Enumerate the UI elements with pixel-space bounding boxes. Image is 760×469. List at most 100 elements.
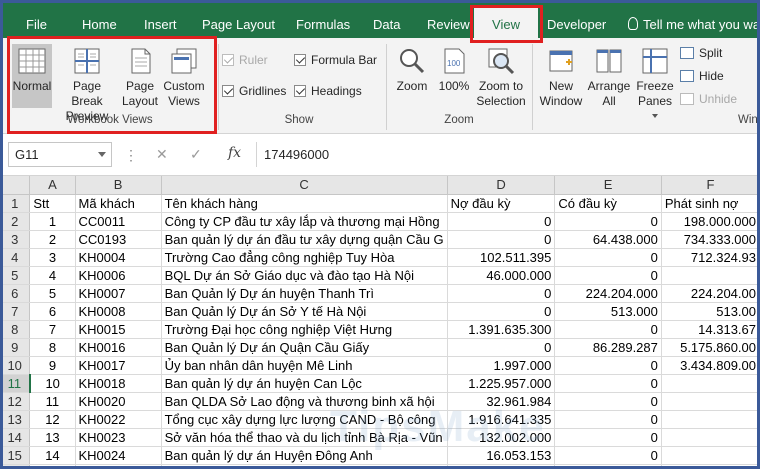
cell-customer-code[interactable]: KH0025 (75, 464, 162, 469)
cell-debit-arising[interactable] (661, 266, 760, 285)
row-header[interactable]: 13 (0, 410, 31, 429)
cell-opening-credit[interactable]: 0 (554, 356, 662, 375)
tell-me-search[interactable]: Tell me what you wa (628, 0, 760, 38)
cell-customer-code[interactable]: KH0006 (75, 266, 162, 285)
tab-insert[interactable]: Insert (144, 0, 177, 38)
column-header-a[interactable]: A (29, 176, 76, 195)
ruler-checkbox[interactable]: Ruler (222, 53, 268, 67)
cell-customer-code[interactable]: KH0016 (75, 338, 162, 357)
cell-customer-code[interactable]: KH0022 (75, 410, 162, 429)
cell-opening-debit[interactable]: 0 (447, 212, 556, 231)
cell-debit-arising[interactable] (661, 428, 760, 447)
cell-opening-credit[interactable]: 224.204.000 (554, 284, 662, 303)
cell-customer-code[interactable]: KH0015 (75, 320, 162, 339)
cell-opening-credit[interactable]: 0 (554, 266, 662, 285)
cell-opening-credit[interactable]: 0 (554, 248, 662, 267)
freeze-panes-button[interactable]: Freeze Panes (634, 44, 676, 118)
cell-debit-arising[interactable]: 734.333.000 (661, 230, 760, 249)
cell-opening-debit[interactable]: 1.391.635.300 (447, 320, 556, 339)
formula-bar-checkbox[interactable]: Formula Bar (294, 53, 377, 67)
gridlines-checkbox[interactable]: Gridlines (222, 84, 286, 98)
tab-review[interactable]: Review (427, 0, 470, 38)
cell-stt[interactable]: 10 (29, 374, 76, 393)
arrange-all-button[interactable]: Arrange All (586, 44, 632, 112)
cell-debit-arising[interactable]: 513.00 (661, 302, 760, 321)
cell-debit-arising[interactable] (661, 410, 760, 429)
cell-customer-code[interactable]: KH0017 (75, 356, 162, 375)
row-header[interactable]: 15 (0, 446, 31, 465)
cell-opening-debit[interactable]: 1.225.957.000 (447, 374, 556, 393)
cell-customer-name[interactable]: Trường Cao đẳng công nghiệp Tuy Hòa (161, 248, 448, 267)
cell-opening-debit[interactable]: Nợ đầu kỳ (447, 194, 556, 213)
cell-customer-name[interactable]: Ban quản lý dự án huyện Can Lộc (161, 374, 448, 393)
cell-opening-credit[interactable]: 0 (554, 446, 662, 465)
column-header-c[interactable]: C (161, 176, 448, 195)
tab-developer[interactable]: Developer (547, 0, 606, 38)
cell-opening-debit[interactable]: 102.511.395 (447, 248, 556, 267)
select-all-corner[interactable] (0, 176, 31, 195)
row-header[interactable]: 14 (0, 428, 31, 447)
row-header[interactable]: 16 (0, 464, 31, 469)
cell-customer-code[interactable]: KH0018 (75, 374, 162, 393)
split-button[interactable]: Split (680, 46, 722, 60)
cell-opening-debit[interactable]: 0 (447, 230, 556, 249)
cell-debit-arising[interactable] (661, 392, 760, 411)
new-window-button[interactable]: New Window (536, 44, 586, 112)
zoom-to-selection-button[interactable]: Zoom to Selection (474, 44, 528, 112)
zoom-100-button[interactable]: 100 100% (436, 44, 472, 108)
cell-customer-code[interactable]: CC0193 (75, 230, 162, 249)
cell-opening-credit[interactable]: 407.000.000 (554, 464, 662, 469)
cell-stt[interactable]: 1 (29, 212, 76, 231)
cell-stt[interactable]: 15 (29, 464, 76, 469)
formula-input[interactable]: 174496000 (264, 142, 329, 167)
cell-customer-code[interactable]: KH0023 (75, 428, 162, 447)
name-box[interactable]: G11 (8, 142, 112, 167)
cell-debit-arising[interactable]: 14.313.67 (661, 320, 760, 339)
cell-customer-code[interactable]: KH0024 (75, 446, 162, 465)
cell-stt[interactable]: 9 (29, 356, 76, 375)
cell-opening-debit[interactable]: 0 (447, 284, 556, 303)
cell-debit-arising[interactable]: 5.175.860.00 (661, 338, 760, 357)
cell-debit-arising[interactable]: 198.000.000 (661, 212, 760, 231)
cell-stt[interactable]: 13 (29, 428, 76, 447)
tab-file[interactable]: File (26, 0, 47, 38)
cell-debit-arising[interactable]: 224.204.00 (661, 284, 760, 303)
cell-opening-credit[interactable]: 0 (554, 374, 662, 393)
cell-opening-credit[interactable]: 0 (554, 392, 662, 411)
column-header-f[interactable]: F (661, 176, 760, 195)
cell-opening-debit[interactable]: 1.997.000 (447, 356, 556, 375)
row-header[interactable]: 10 (0, 356, 31, 375)
cell-opening-credit[interactable]: 0 (554, 212, 662, 231)
cell-debit-arising[interactable] (661, 374, 760, 393)
cell-opening-credit[interactable]: 64.438.000 (554, 230, 662, 249)
column-header-e[interactable]: E (554, 176, 662, 195)
hide-button[interactable]: Hide (680, 69, 724, 83)
cell-customer-name[interactable]: Ban quản lý dự án đầu tư xây dựng quận C… (161, 230, 448, 249)
cell-customer-code[interactable]: KH0007 (75, 284, 162, 303)
row-header[interactable]: 6 (0, 284, 31, 303)
cell-stt[interactable]: 4 (29, 266, 76, 285)
cell-opening-credit[interactable]: 86.289.287 (554, 338, 662, 357)
row-header[interactable]: 4 (0, 248, 31, 267)
cell-opening-debit[interactable]: 0 (447, 464, 556, 469)
cell-customer-code[interactable]: KH0008 (75, 302, 162, 321)
cell-stt[interactable]: 2 (29, 230, 76, 249)
row-header[interactable]: 7 (0, 302, 31, 321)
row-header[interactable]: 12 (0, 392, 31, 411)
cell-customer-name[interactable]: Ban Quản lý Dự án Sở Y tế Hà Nội (161, 302, 448, 321)
zoom-button[interactable]: Zoom (392, 44, 432, 108)
cell-stt[interactable]: 14 (29, 446, 76, 465)
cell-debit-arising[interactable]: 3.434.809.00 (661, 356, 760, 375)
worksheet-grid[interactable]: A B C D E F 1 Stt Mã khách Tên khách hàng Nợ… (0, 176, 760, 469)
row-header[interactable]: 5 (0, 266, 31, 285)
row-header[interactable]: 9 (0, 338, 31, 357)
column-header-b[interactable]: B (75, 176, 162, 195)
cancel-icon[interactable]: ✕ (156, 146, 168, 163)
cell-customer-code[interactable]: Mã khách (75, 194, 162, 213)
cell-stt[interactable]: 8 (29, 338, 76, 357)
cell-opening-debit[interactable]: 46.000.000 (447, 266, 556, 285)
cell-debit-arising[interactable]: Phát sinh nợ (661, 194, 760, 213)
cell-customer-name[interactable]: Tên khách hàng (161, 194, 448, 213)
cell-opening-debit[interactable]: 0 (447, 302, 556, 321)
cell-opening-debit[interactable]: 0 (447, 338, 556, 357)
